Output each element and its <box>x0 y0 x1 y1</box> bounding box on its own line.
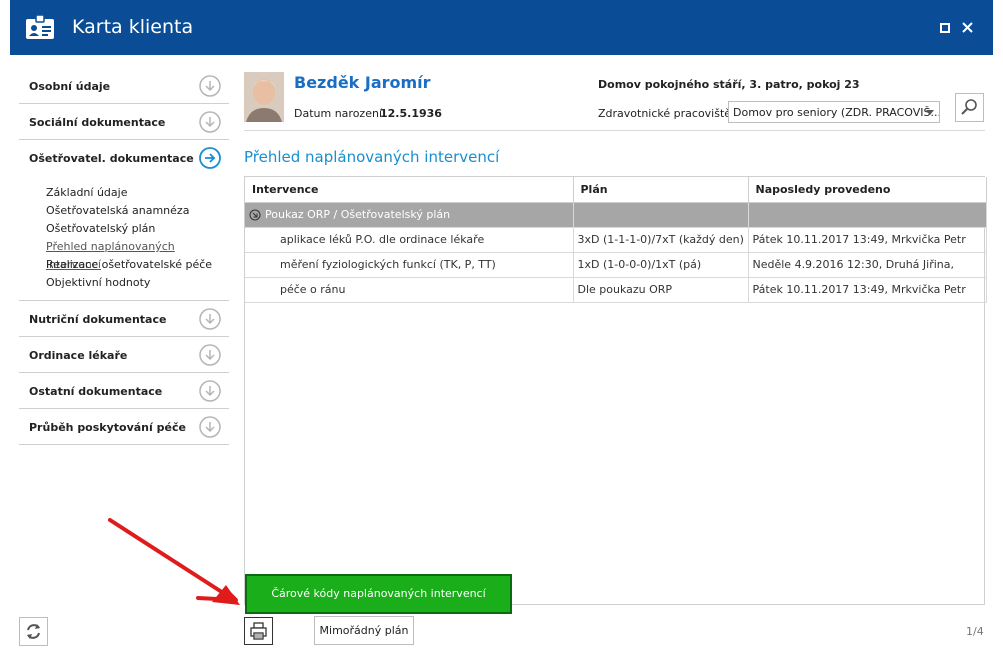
interventions-grid: Intervence Plán Naposledy provedeno Pouk… <box>244 176 987 605</box>
chevron-down-circle-icon <box>199 416 221 438</box>
sidebar-item-label: Ostatní dokumentace <box>29 385 163 398</box>
sidebar-sub-item-objektivni-hodnoty[interactable]: Objektivní hodnoty <box>46 274 229 292</box>
chevron-down-circle-icon <box>199 344 221 366</box>
maximize-icon <box>940 23 950 33</box>
group-label: Poukaz ORP / Ošetřovatelský plán <box>265 208 451 221</box>
sidebar-item-nutricni-dokumentace[interactable]: Nutriční dokumentace <box>19 301 229 337</box>
id-card-icon <box>26 14 54 39</box>
workplace-select[interactable]: Domov pro seniory (ZDR. PRACOVIŠ... <box>728 101 940 123</box>
dob-value: 12.5.1936 <box>380 107 442 120</box>
cell-intervence: aplikace léků P.O. dle ordinace lékaře <box>245 227 574 253</box>
cell-plan: 1xD (1-0-0-0)/1xT (pá) <box>573 252 749 278</box>
extra-plan-button[interactable]: Mimořádný plán <box>314 616 414 645</box>
chevron-down-circle-icon <box>199 111 221 133</box>
sidebar-item-label: Nutriční dokumentace <box>29 313 167 326</box>
barcode-button[interactable]: Čárové kódy naplánovaných intervencí <box>245 574 512 614</box>
sidebar-item-label: Ošetřovatel. dokumentace <box>29 152 194 165</box>
sidebar: Osobní údaje Sociální dokumentace Ošetřo… <box>19 68 229 445</box>
group-cell: Poukaz ORP / Ošetřovatelský plán <box>245 202 574 228</box>
sidebar-item-prubeh-pece[interactable]: Průběh poskytování péče <box>19 409 229 445</box>
cell-plan: Dle poukazu ORP <box>573 277 749 303</box>
group-row[interactable]: Poukaz ORP / Ošetřovatelský plán <box>245 202 987 228</box>
sidebar-item-label: Sociální dokumentace <box>29 116 166 129</box>
dropdown-arrow-icon <box>926 110 934 115</box>
sidebar-item-osobni-udaje[interactable]: Osobní údaje <box>19 68 229 104</box>
header-divider <box>244 130 985 131</box>
group-cell <box>573 202 749 228</box>
refresh-icon <box>27 624 40 639</box>
collapse-group-icon[interactable] <box>249 209 261 221</box>
sidebar-item-ostatni-dokumentace[interactable]: Ostatní dokumentace <box>19 373 229 409</box>
sidebar-item-osetrovatel-dokumentace[interactable]: Ošetřovatel. dokumentace <box>19 140 229 176</box>
column-header-intervence[interactable]: Intervence <box>245 177 574 203</box>
grid-header-row: Intervence Plán Naposledy provedeno <box>245 177 987 203</box>
patient-photo-icon <box>244 72 284 122</box>
printer-icon <box>250 622 267 640</box>
close-icon <box>961 22 973 33</box>
sidebar-sub-item-zakladni-udaje[interactable]: Základní údaje <box>46 184 229 202</box>
cell-naposledy: Neděle 4.9.2016 12:30, Druhá Jiřina, <box>748 252 987 278</box>
chevron-down-circle-icon <box>199 75 221 97</box>
sidebar-item-label: Průběh poskytování péče <box>29 421 186 434</box>
table-row[interactable]: aplikace léků P.O. dle ordinace lékaře 3… <box>245 227 987 253</box>
chevron-down-circle-icon <box>199 308 221 330</box>
cell-plan: 3xD (1-1-1-0)/7xT (každý den) <box>573 227 749 253</box>
close-button[interactable] <box>957 18 977 38</box>
column-header-plan[interactable]: Plán <box>573 177 749 203</box>
workplace-select-value: Domov pro seniory (ZDR. PRACOVIŠ... <box>733 106 940 119</box>
dob-label: Datum narození: <box>294 107 386 120</box>
patient-name: Bezděk Jaromír <box>294 73 431 92</box>
chevron-down-circle-icon <box>199 380 221 402</box>
sidebar-sub-item-anamneza[interactable]: Ošetřovatelská anamnéza <box>46 202 229 220</box>
sidebar-item-label: Ordinace lékaře <box>29 349 128 362</box>
maximize-button[interactable] <box>935 18 955 38</box>
page-indicator: 1/4 <box>966 625 984 638</box>
annotation-arrow-icon <box>108 518 240 605</box>
table-row[interactable]: péče o ránu Dle poukazu ORP Pátek 10.11.… <box>245 277 987 303</box>
magnifier-icon <box>961 99 977 115</box>
sidebar-item-label: Osobní údaje <box>29 80 111 93</box>
sidebar-item-ordinace-lekare[interactable]: Ordinace lékaře <box>19 337 229 373</box>
sidebar-sub-item-plan[interactable]: Ošetřovatelský plán <box>46 220 229 238</box>
workplace-label: Zdravotnické pracoviště: <box>598 107 735 120</box>
patient-photo <box>244 72 284 122</box>
window-title: Karta klienta <box>72 16 194 38</box>
search-button[interactable] <box>955 93 984 122</box>
table-row[interactable]: měření fyziologických funkcí (TK, P, TT)… <box>245 252 987 278</box>
cell-intervence: péče o ránu <box>245 277 574 303</box>
group-cell <box>748 202 987 228</box>
arrow-right-circle-icon <box>199 147 221 169</box>
sidebar-item-socialni-dokumentace[interactable]: Sociální dokumentace <box>19 104 229 140</box>
cell-intervence: měření fyziologických funkcí (TK, P, TT) <box>245 252 574 278</box>
cell-naposledy: Pátek 10.11.2017 13:49, Mrkvička Petr <box>748 227 987 253</box>
section-title: Přehled naplánovaných intervencí <box>244 148 500 166</box>
facility-location: Domov pokojného stáří, 3. patro, pokoj 2… <box>598 78 860 91</box>
sidebar-sub-list: Základní údaje Ošetřovatelská anamnéza O… <box>19 176 229 301</box>
print-button[interactable] <box>244 617 273 645</box>
title-bar: Karta klienta <box>10 0 993 55</box>
column-header-naposledy[interactable]: Naposledy provedeno <box>748 177 987 203</box>
sidebar-sub-item-prehled-intervenci[interactable]: Přehled naplánovaných intervencí <box>46 238 229 271</box>
refresh-button[interactable] <box>19 617 48 646</box>
sidebar-sub-item-realizace-pece[interactable]: Realizace ošetřovatelské péče <box>46 256 229 274</box>
cell-naposledy: Pátek 10.11.2017 13:49, Mrkvička Petr <box>748 277 987 303</box>
